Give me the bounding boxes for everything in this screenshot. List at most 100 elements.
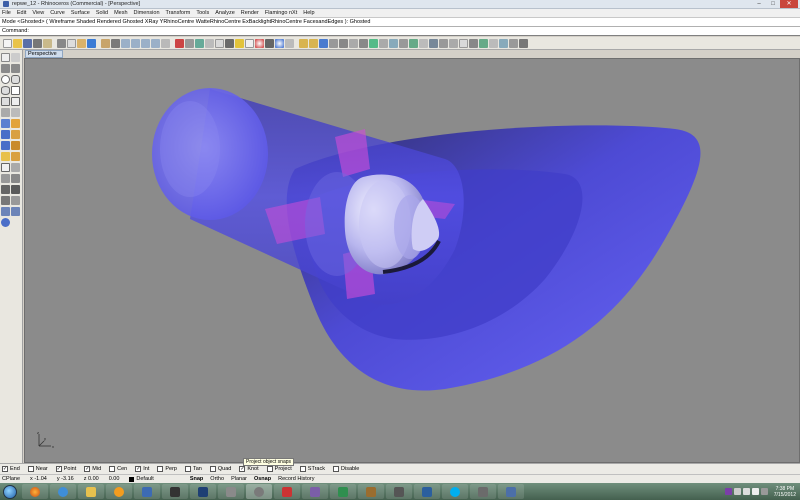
menu-render[interactable]: Render xyxy=(241,10,259,16)
toolbar-extra2-icon[interactable] xyxy=(459,38,468,48)
perspective-viewport[interactable]: x z y xyxy=(24,58,800,463)
menu-help[interactable]: Help xyxy=(303,10,314,16)
layer-icon[interactable] xyxy=(245,38,254,48)
box-solid-icon[interactable] xyxy=(1,130,10,139)
osnap-mid[interactable]: ✓ Mid xyxy=(84,466,101,472)
taskbar-app17[interactable] xyxy=(470,484,496,499)
transform-icon[interactable] xyxy=(359,38,368,48)
toolbar-extra4-icon[interactable] xyxy=(479,38,488,48)
arc-icon[interactable] xyxy=(11,75,20,84)
menu-edit[interactable]: Edit xyxy=(17,10,26,16)
zoom-selected-icon[interactable] xyxy=(151,38,160,48)
osnap-cen[interactable]: Cen xyxy=(109,466,127,472)
osnap-perp-checkbox[interactable] xyxy=(157,466,164,472)
osnap-knot-checkbox[interactable]: ✓ xyxy=(239,466,246,472)
properties-icon[interactable] xyxy=(285,38,294,48)
osnap-disable-checkbox[interactable] xyxy=(333,466,339,472)
point-icon[interactable] xyxy=(11,53,20,62)
osnap-disable[interactable]: Disable xyxy=(333,466,359,472)
osnap-tan[interactable]: Tan xyxy=(184,466,202,472)
tray-power-icon[interactable] xyxy=(760,488,768,495)
taskbar-explorer[interactable] xyxy=(78,484,104,499)
osnap-end[interactable]: ✓ End xyxy=(2,466,20,472)
copy-icon[interactable] xyxy=(67,38,76,48)
zoom-icon[interactable] xyxy=(121,38,130,48)
menu-tools[interactable]: Tools xyxy=(196,10,209,16)
viewport-tab-perspective[interactable]: Perspective xyxy=(25,50,63,58)
osnap-near[interactable]: Near xyxy=(27,466,48,472)
taskbar-app6[interactable] xyxy=(162,484,188,499)
taskbar-app11[interactable] xyxy=(302,484,328,499)
rectangle-icon[interactable] xyxy=(11,86,20,95)
osnap-mid-checkbox[interactable]: ✓ xyxy=(84,466,91,472)
menu-solid[interactable]: Solid xyxy=(96,10,108,16)
osnap-project-checkbox[interactable] xyxy=(266,466,273,472)
analyze-icon[interactable] xyxy=(339,38,348,48)
drafting-icon[interactable] xyxy=(409,38,418,48)
tray-network-icon[interactable] xyxy=(742,488,750,495)
osnap-knot[interactable]: ✓ Knot xyxy=(239,466,259,472)
fillet-curves-icon[interactable] xyxy=(11,108,20,117)
save-icon[interactable] xyxy=(23,38,32,48)
curve-from-objects-icon[interactable] xyxy=(1,108,10,117)
osnap-perp[interactable]: Perp xyxy=(157,466,177,472)
copy-tool-icon[interactable] xyxy=(11,174,20,183)
pane-snap[interactable]: Snap xyxy=(190,476,203,482)
tray-flag-icon[interactable] xyxy=(733,488,741,495)
hide-icon[interactable] xyxy=(225,38,234,48)
taskbar-app18[interactable] xyxy=(498,484,524,499)
spotlight-icon[interactable] xyxy=(309,38,318,48)
osnap-quad[interactable]: Quad xyxy=(209,466,231,472)
new-file-icon[interactable] xyxy=(3,38,12,48)
command-input[interactable]: Command: xyxy=(0,27,800,36)
curve-icon[interactable] xyxy=(11,64,20,73)
osnap-cen-checkbox[interactable] xyxy=(109,466,116,472)
array-icon[interactable] xyxy=(11,163,20,172)
four-views-icon[interactable] xyxy=(175,38,184,48)
osnap-tan-checkbox[interactable] xyxy=(184,466,191,472)
lock-icon[interactable] xyxy=(235,38,244,48)
maximize-button[interactable]: □ xyxy=(766,0,780,8)
undo-view-icon[interactable] xyxy=(161,38,170,48)
osnap-point[interactable]: ✓ Point xyxy=(55,466,76,472)
tray-volume-icon[interactable] xyxy=(751,488,759,495)
light-tool-icon[interactable] xyxy=(1,152,10,161)
toolbar-extra3-icon[interactable] xyxy=(469,38,478,48)
osnap-near-checkbox[interactable] xyxy=(27,466,34,472)
dimension-tool-icon[interactable] xyxy=(11,152,20,161)
surface-icon[interactable] xyxy=(1,119,10,128)
taskbar-rhino[interactable] xyxy=(246,484,272,499)
move-icon[interactable] xyxy=(1,174,10,183)
tray-onenote-icon[interactable] xyxy=(724,488,732,495)
osnap-project[interactable]: Project xyxy=(266,466,292,472)
analyze-tool-icon[interactable] xyxy=(1,218,10,227)
mesh-icon[interactable] xyxy=(1,141,10,150)
taskbar-skype[interactable] xyxy=(442,484,468,499)
scale-icon[interactable] xyxy=(11,185,20,194)
menu-file[interactable]: File xyxy=(2,10,11,16)
menu-analyze[interactable]: Analyze xyxy=(215,10,235,16)
mirror-icon[interactable] xyxy=(1,196,10,205)
extrude-surface-icon[interactable] xyxy=(11,119,20,128)
osnap-int-checkbox[interactable]: ✓ xyxy=(135,466,142,472)
status-cplane[interactable]: CPlane xyxy=(2,476,20,482)
boolean-icon[interactable] xyxy=(11,141,20,150)
render-icon[interactable] xyxy=(265,38,274,48)
light-icon[interactable] xyxy=(299,38,308,48)
menu-view[interactable]: View xyxy=(32,10,44,16)
help-icon[interactable] xyxy=(319,38,328,48)
zoom-window-icon[interactable] xyxy=(131,38,140,48)
system-clock[interactable]: 7:38 PM 7/15/2012 xyxy=(774,486,796,498)
menu-curve[interactable]: Curve xyxy=(50,10,65,16)
menu-mesh[interactable]: Mesh xyxy=(114,10,127,16)
menu-transform[interactable]: Transform xyxy=(166,10,191,16)
pane-osnap[interactable]: Osnap xyxy=(254,476,271,482)
zoom-extents-icon[interactable] xyxy=(141,38,150,48)
join-icon[interactable] xyxy=(11,196,20,205)
menu-dimension[interactable]: Dimension xyxy=(134,10,160,16)
taskbar-app14[interactable] xyxy=(386,484,412,499)
taskbar-photoshop[interactable] xyxy=(190,484,216,499)
toolbar-more-icon[interactable] xyxy=(439,38,448,48)
taskbar-app8[interactable] xyxy=(218,484,244,499)
toolbar-extra6-icon[interactable] xyxy=(499,38,508,48)
